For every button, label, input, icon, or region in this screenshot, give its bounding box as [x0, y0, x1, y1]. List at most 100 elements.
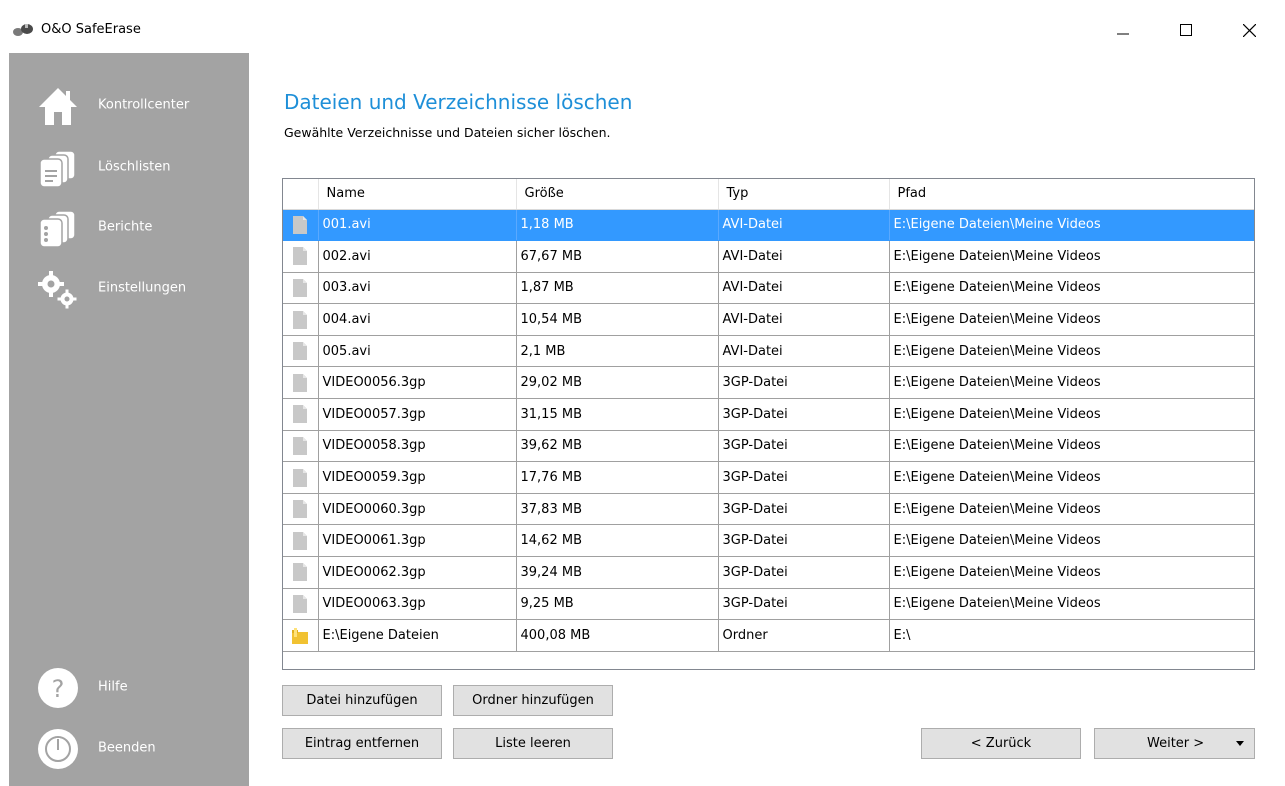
- row-size-cell: 67,67 MB: [516, 240, 719, 273]
- table-row[interactable]: VIDEO0056.3gp 29,02 MB 3GP-Datei E:\Eigene …: [283, 366, 1254, 400]
- row-icon-cell: [283, 461, 319, 494]
- row-path-cell: E:\Eigene Dateien\Meine Videos: [889, 240, 1254, 273]
- sidebar-item-kontrollcenter[interactable]: Kontrollcenter: [9, 80, 249, 130]
- row-path-cell: E:\Eigene Dateien\Meine Videos: [889, 556, 1254, 589]
- table-row[interactable]: VIDEO0059.3gp 17,76 MB 3GP-Datei E:\Eigene …: [283, 461, 1254, 494]
- table-row[interactable]: VIDEO0063.3gp 9,25 MB 3GP-Datei E:\Eigene D…: [283, 588, 1254, 621]
- sidebar-item-label: Kontrollcenter: [98, 97, 190, 113]
- window-title: O&O SafeErase: [41, 22, 141, 37]
- file-icon: [293, 405, 308, 424]
- sidebar-item-beenden[interactable]: Beenden: [9, 723, 249, 773]
- row-icon-cell: [283, 398, 319, 431]
- folder-icon: [292, 627, 309, 644]
- minimize-button[interactable]: [1100, 10, 1146, 50]
- row-path-cell: E:\Eigene Dateien\Meine Videos: [889, 303, 1254, 336]
- row-type-cell: 3GP-Datei: [718, 524, 890, 558]
- row-size-cell: 17,76 MB: [516, 461, 719, 494]
- row-path-cell: E:\Eigene Dateien\Meine Videos: [889, 588, 1254, 621]
- file-icon: [293, 278, 308, 297]
- row-name-cell: E:\Eigene Dateien: [318, 619, 517, 652]
- next-button[interactable]: Weiter >: [1094, 728, 1255, 759]
- table-row[interactable]: VIDEO0060.3gp 37,83 MB 3GP-Datei E:\Eigene …: [283, 493, 1254, 526]
- file-list[interactable]: Name Größe Typ Pfad 001.avi 1,18 MB AVI-Da…: [282, 178, 1255, 670]
- row-type-cell: AVI-Datei: [718, 240, 890, 273]
- row-size-cell: 9,25 MB: [516, 588, 719, 621]
- table-row[interactable]: 002.avi 67,67 MB AVI-Datei E:\Eigene Dateie…: [283, 240, 1254, 273]
- row-type-cell: AVI-Datei: [718, 303, 890, 336]
- dropdown-caret-icon[interactable]: [1236, 741, 1244, 746]
- sidebar-item-einstellungen[interactable]: Einstellungen: [9, 263, 249, 313]
- row-name-cell: 004.avi: [318, 303, 517, 336]
- row-size-cell: 31,15 MB: [516, 398, 719, 431]
- column-header-icon[interactable]: [283, 179, 319, 210]
- row-type-cell: 3GP-Datei: [718, 461, 890, 494]
- row-name-cell: 003.avi: [318, 272, 517, 305]
- file-icon: [293, 373, 308, 392]
- sidebar-item-label: Einstellungen: [98, 280, 187, 296]
- table-row[interactable]: E:\Eigene Dateien 400,08 MB Ordner E:\: [283, 619, 1254, 652]
- column-header-size[interactable]: Größe: [516, 179, 719, 210]
- column-header-type[interactable]: Typ: [718, 179, 890, 210]
- row-icon-cell: [283, 556, 319, 589]
- sidebar-item-hilfe[interactable]: ? Hilfe: [9, 662, 249, 712]
- row-type-cell: AVI-Datei: [718, 272, 890, 305]
- lists-icon: [39, 150, 76, 188]
- table-row[interactable]: 003.avi 1,87 MB AVI-Datei E:\Eigene Dateien…: [283, 272, 1254, 305]
- table-row[interactable]: VIDEO0062.3gp 39,24 MB 3GP-Datei E:\Eigene …: [283, 556, 1254, 589]
- table-row[interactable]: VIDEO0058.3gp 39,62 MB 3GP-Datei E:\Eigene …: [283, 430, 1254, 463]
- row-icon-cell: [283, 209, 319, 242]
- row-icon-cell: [283, 588, 319, 621]
- row-name-cell: 001.avi: [318, 209, 517, 242]
- file-table: Name Größe Typ Pfad 001.avi 1,18 MB AVI-Da…: [283, 179, 1254, 652]
- table-row[interactable]: VIDEO0057.3gp 31,15 MB 3GP-Datei E:\Eigene …: [283, 398, 1254, 431]
- file-icon: [293, 310, 308, 329]
- file-icon: [293, 531, 308, 550]
- file-icon: [293, 342, 308, 361]
- close-button[interactable]: [1226, 10, 1272, 50]
- title-bar: O&O SafeErase: [0, 0, 1285, 53]
- row-size-cell: 10,54 MB: [516, 303, 719, 336]
- add-file-button[interactable]: Datei hinzufügen: [282, 685, 442, 716]
- row-name-cell: VIDEO0058.3gp: [318, 430, 517, 463]
- row-type-cell: 3GP-Datei: [718, 493, 890, 526]
- sidebar-item-berichte[interactable]: Berichte: [9, 202, 249, 252]
- row-path-cell: E:\Eigene Dateien\Meine Videos: [889, 430, 1254, 463]
- row-size-cell: 14,62 MB: [516, 524, 719, 558]
- row-name-cell: 002.avi: [318, 240, 517, 273]
- sidebar-item-loeschlisten[interactable]: Löschlisten: [9, 142, 249, 192]
- sidebar-item-label: Löschlisten: [98, 159, 171, 175]
- home-icon: [39, 88, 77, 125]
- power-icon: [38, 729, 78, 769]
- clear-list-button[interactable]: Liste leeren: [453, 728, 613, 759]
- row-icon-cell: [283, 524, 319, 558]
- row-icon-cell: [283, 430, 319, 463]
- gears-icon: [38, 271, 77, 309]
- maximize-button[interactable]: [1163, 10, 1209, 50]
- help-icon: ?: [38, 668, 78, 708]
- row-type-cell: 3GP-Datei: [718, 398, 890, 431]
- row-type-cell: 3GP-Datei: [718, 588, 890, 621]
- remove-entry-button[interactable]: Eintrag entfernen: [282, 728, 442, 759]
- table-row[interactable]: 004.avi 10,54 MB AVI-Datei E:\Eigene Dateie…: [283, 303, 1254, 336]
- row-icon-cell: [283, 303, 319, 336]
- row-type-cell: 3GP-Datei: [718, 556, 890, 589]
- back-button[interactable]: < Zurück: [921, 728, 1081, 759]
- row-size-cell: 39,62 MB: [516, 430, 719, 463]
- sidebar-item-label: Beenden: [98, 740, 156, 756]
- table-row[interactable]: VIDEO0061.3gp 14,62 MB 3GP-Datei E:\Eigene …: [283, 524, 1254, 558]
- row-name-cell: 005.avi: [318, 335, 517, 368]
- row-path-cell: E:\Eigene Dateien\Meine Videos: [889, 335, 1254, 368]
- minimize-icon: [1117, 33, 1129, 35]
- row-path-cell: E:\Eigene Dateien\Meine Videos: [889, 524, 1254, 558]
- column-header-path[interactable]: Pfad: [889, 179, 1254, 210]
- next-button-label: Weiter >: [1147, 736, 1205, 751]
- column-header-name[interactable]: Name: [318, 179, 517, 210]
- file-icon: [293, 563, 308, 582]
- row-path-cell: E:\Eigene Dateien\Meine Videos: [889, 398, 1254, 431]
- table-row[interactable]: 001.avi 1,18 MB AVI-Datei E:\Eigene Dateien…: [283, 209, 1254, 242]
- table-row[interactable]: 005.avi 2,1 MB AVI-Datei E:\Eigene Dateien\…: [283, 335, 1254, 368]
- add-folder-button[interactable]: Ordner hinzufügen: [453, 685, 613, 716]
- row-name-cell: VIDEO0061.3gp: [318, 524, 517, 558]
- page-subtitle: Gewählte Verzeichnisse und Dateien siche…: [284, 125, 611, 140]
- file-icon: [293, 247, 308, 266]
